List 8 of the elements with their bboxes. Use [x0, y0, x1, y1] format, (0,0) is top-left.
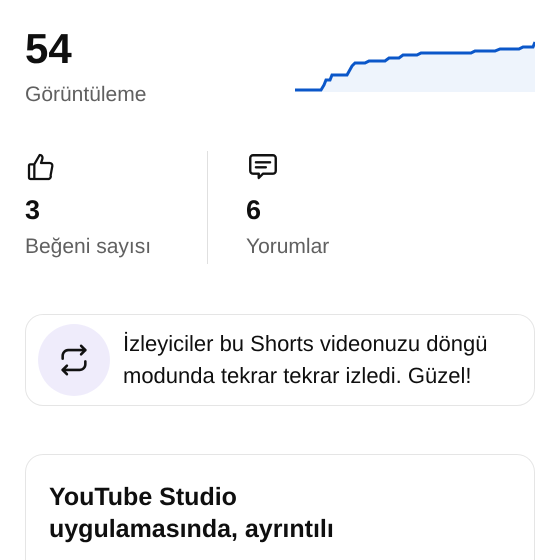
stat-label: Beğeni sayısı: [25, 234, 152, 260]
stat-value: 3: [25, 194, 42, 224]
stat-label: Yorumlar: [246, 234, 330, 260]
promo-title: YouTube Studio uygulamasında, ayrıntılı: [49, 482, 335, 545]
stat-value: 6: [246, 194, 262, 224]
insight-text: İzleyiciler bu Shorts videonuzu döngü modunda tekrar tekrar izledi. Güzel!: [123, 330, 488, 390]
views-count: 54: [25, 27, 73, 71]
views-label: Görüntüleme: [25, 82, 146, 108]
